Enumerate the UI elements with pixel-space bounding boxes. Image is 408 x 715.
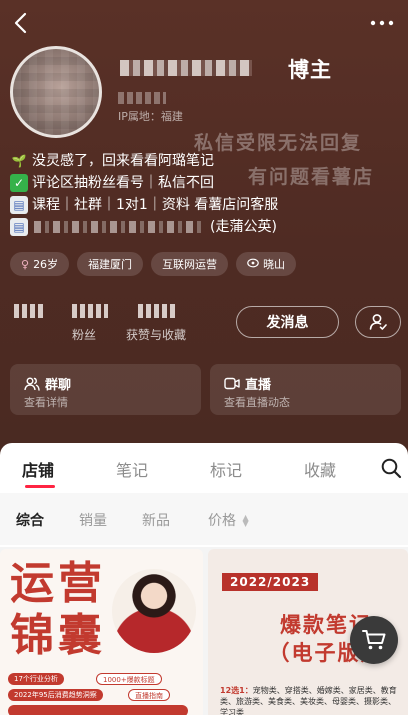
followers-label: 粉丝 bbox=[72, 328, 97, 342]
bio-redacted bbox=[34, 221, 204, 233]
card-subtitle: 查看直播动态 bbox=[224, 396, 290, 409]
tab-store[interactable]: 店铺 bbox=[22, 457, 54, 481]
group-icon bbox=[24, 377, 40, 391]
document-icon: ▤ bbox=[10, 196, 28, 214]
tag-label: 晓山 bbox=[263, 258, 286, 271]
user-check-icon bbox=[369, 314, 387, 330]
top-bar bbox=[0, 0, 408, 46]
poster-pill: 17个行业分析 bbox=[8, 673, 64, 685]
product-grid: 运营 锦囊 17个行业分析 1000+爆款标题 2022年95后消费趋势洞察 直… bbox=[0, 547, 408, 715]
video-camera-icon bbox=[224, 377, 240, 390]
stat-likes[interactable]: 获赞与收藏 bbox=[126, 304, 206, 343]
checkmark-icon: ✓ bbox=[10, 174, 28, 192]
number-redacted bbox=[14, 304, 44, 318]
tag-location: 福建厦门 bbox=[77, 252, 144, 276]
sort-arrows-icon: ▲ ▼ bbox=[242, 513, 249, 528]
search-icon[interactable] bbox=[380, 457, 402, 479]
filter-sales[interactable]: 销量 bbox=[79, 510, 107, 530]
tab-marked[interactable]: 标记 bbox=[210, 457, 242, 481]
avatar[interactable] bbox=[10, 46, 102, 138]
tag-age: ♀ 26岁 bbox=[10, 252, 70, 276]
poster-pill: 1000+爆款标题 bbox=[96, 673, 162, 685]
live-title: 直播 bbox=[224, 374, 271, 393]
school-icon bbox=[247, 258, 259, 271]
ip-location: IP属地：福建 bbox=[118, 110, 183, 123]
follow-user-button[interactable] bbox=[355, 306, 401, 338]
filter-price[interactable]: 价格 ▲ ▼ bbox=[208, 510, 249, 530]
tag-label: 福建厦门 bbox=[88, 258, 133, 271]
bio-text: 没灵感了，回来看看阿璐笔记 bbox=[32, 153, 214, 169]
tag-label: 互联网运营 bbox=[162, 258, 218, 271]
category-list: 12选1：宠物类、穿搭类、婚嫁类、家居类、教育类、旅游类、美食类、美妆类、母婴类… bbox=[220, 685, 400, 715]
group-chat-title: 群聊 bbox=[24, 374, 71, 393]
card-title: 群聊 bbox=[45, 378, 72, 393]
poster-title-line-2: 锦囊 bbox=[10, 610, 106, 661]
poster-title-line-1: 运营 bbox=[10, 558, 106, 609]
poster-pill bbox=[8, 705, 188, 715]
filter-new[interactable]: 新品 bbox=[142, 510, 170, 530]
tab-notes[interactable]: 笔记 bbox=[116, 457, 148, 481]
bio-line: ✓ 评论区抽粉丝看号｜私信不回 bbox=[10, 172, 400, 194]
profile-tags: ♀ 26岁 福建厦门 互联网运营 晓山 bbox=[10, 252, 297, 276]
filter-price-label: 价格 bbox=[208, 513, 236, 529]
shopping-cart-button[interactable] bbox=[350, 616, 398, 664]
live-stream-card[interactable]: 直播 查看直播动态 bbox=[210, 364, 401, 415]
profile-stats: 粉丝 获赞与收藏 bbox=[10, 304, 220, 344]
name-redacted bbox=[120, 60, 252, 76]
presenter-portrait bbox=[112, 569, 196, 653]
active-tab-indicator bbox=[25, 485, 55, 488]
name-suffix: 博主 bbox=[288, 58, 332, 82]
content-tabs: 店铺 笔记 标记 收藏 bbox=[0, 443, 408, 489]
bio-text: 评论区抽粉丝看号｜私信不回 bbox=[32, 175, 214, 191]
poster-pill: 2022年95后消费趋势洞察 bbox=[8, 689, 103, 701]
content-panel: 店铺 笔记 标记 收藏 综合 销量 新品 价格 ▲ ▼ 运营 锦囊 17个行业分析… bbox=[0, 443, 408, 715]
bio-text: 课程｜社群｜1对1｜资料 看薯店问客服 bbox=[32, 197, 279, 213]
likes-label: 获赞与收藏 bbox=[126, 328, 187, 342]
year-badge: 2022/2023 bbox=[222, 573, 319, 591]
category-prefix: 12选1： bbox=[220, 686, 253, 695]
sprout-icon: 🌱 bbox=[11, 154, 27, 168]
back-arrow-icon[interactable] bbox=[10, 10, 34, 36]
tag-label: 26岁 bbox=[33, 258, 59, 271]
stat-following-redacted[interactable] bbox=[14, 304, 48, 318]
bio-line: ▤ 课程｜社群｜1对1｜资料 看薯店问客服 bbox=[10, 194, 400, 216]
card-subtitle: 查看详情 bbox=[24, 396, 68, 409]
group-chat-card[interactable]: 群聊 查看详情 bbox=[10, 364, 201, 415]
user-id-redacted bbox=[118, 92, 166, 104]
card-title: 直播 bbox=[245, 378, 272, 393]
profile-name: 博主 bbox=[116, 54, 406, 82]
profile-bio: 🌱 没灵感了，回来看看阿璐笔记 ✓ 评论区抽粉丝看号｜私信不回 ▤ 课程｜社群｜… bbox=[10, 150, 400, 238]
document-icon: ▤ bbox=[10, 218, 28, 236]
bio-text: (走蒲公英) bbox=[210, 219, 277, 235]
tag-profession: 互联网运营 bbox=[151, 252, 229, 276]
tag-school[interactable]: 晓山 bbox=[236, 252, 297, 276]
female-icon: ♀ bbox=[21, 257, 30, 271]
shopping-cart-icon bbox=[362, 630, 386, 650]
sort-filter-bar: 综合 销量 新品 价格 ▲ ▼ bbox=[0, 493, 408, 545]
number-redacted bbox=[72, 304, 108, 318]
send-message-button[interactable]: 发消息 bbox=[236, 306, 339, 338]
number-redacted bbox=[138, 304, 178, 318]
tab-favorites[interactable]: 收藏 bbox=[304, 457, 336, 481]
product-card[interactable]: 运营 锦囊 17个行业分析 1000+爆款标题 2022年95后消费趋势洞察 直… bbox=[0, 549, 203, 715]
stat-followers[interactable]: 粉丝 bbox=[72, 304, 112, 343]
filter-default[interactable]: 综合 bbox=[16, 510, 44, 530]
poster-pill: 直播指南 bbox=[128, 689, 170, 701]
bio-line: 🌱 没灵感了，回来看看阿璐笔记 bbox=[10, 150, 400, 172]
bio-line: ▤ (走蒲公英) bbox=[10, 216, 400, 238]
more-options-icon[interactable] bbox=[368, 10, 396, 36]
